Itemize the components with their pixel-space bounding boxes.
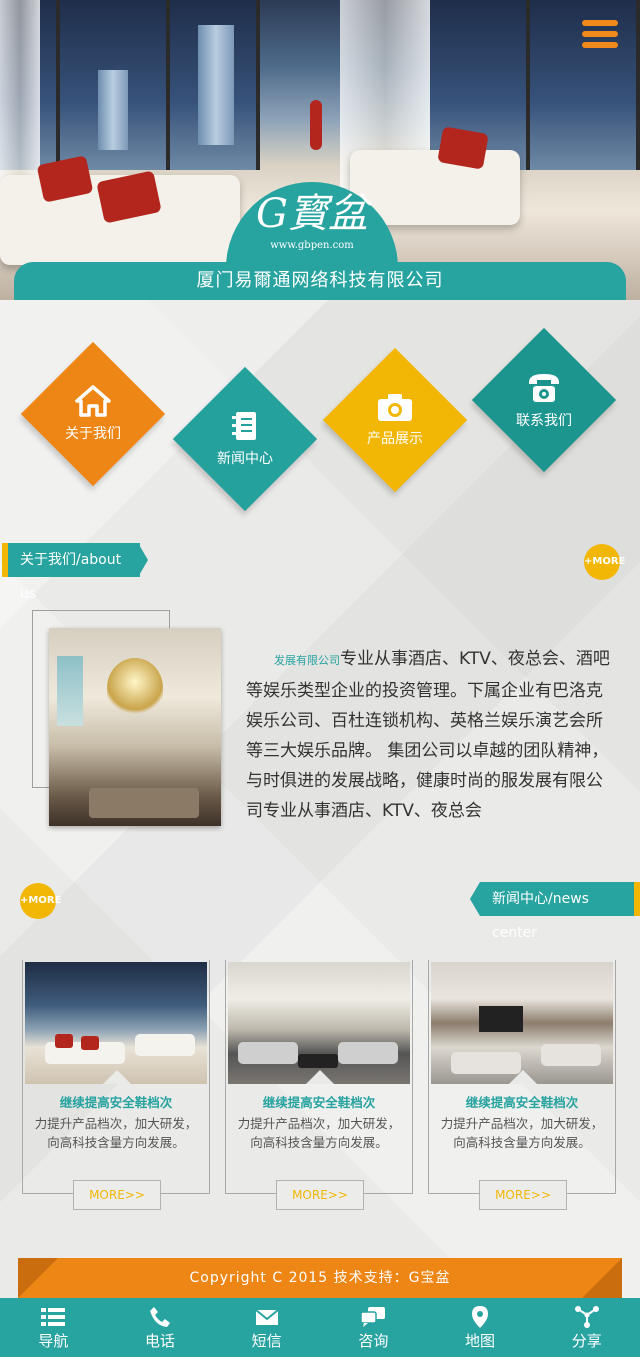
- copyright-bar: Copyright C 2015 技术支持：G宝盆: [18, 1258, 622, 1298]
- about-more-button[interactable]: +MORE: [584, 544, 625, 580]
- about-description: 发展有限公司专业从事酒店、KTV、夜总会、酒吧等娱乐类型企业的投资管理。下属企业…: [246, 644, 616, 826]
- news-image: [25, 962, 207, 1084]
- camera-icon: [378, 394, 412, 421]
- nav-item-share[interactable]: 分享: [533, 1298, 640, 1357]
- about-highlight: 发展有限公司: [274, 654, 340, 667]
- news-card[interactable]: 继续提高安全鞋档次 力提升产品档次，加大研发，向高科技含量方向发展。 MORE>…: [22, 960, 210, 1210]
- news-section-tab[interactable]: 新闻中心/news center: [480, 882, 640, 941]
- nav-label: 短信: [251, 1332, 282, 1350]
- nav-item-consult[interactable]: 咨询: [320, 1298, 427, 1357]
- news-title[interactable]: 继续提高安全鞋档次: [429, 1092, 615, 1111]
- hamburger-menu-icon: [582, 20, 618, 26]
- news-image: [431, 962, 613, 1084]
- quick-link-products[interactable]: 产品展示: [323, 348, 467, 492]
- quick-link-label: 产品展示: [367, 431, 423, 447]
- news-desc: 力提升产品档次，加大研发，向高科技含量方向发展。: [440, 1116, 604, 1150]
- news-desc: 力提升产品档次，加大研发，向高科技含量方向发展。: [237, 1116, 401, 1150]
- quick-link-contact[interactable]: 联系我们: [472, 328, 616, 472]
- hero-banner: G寳盆 www.gbpen.com 厦门易爾通网络科技有限公司: [0, 0, 640, 300]
- menu-button[interactable]: [582, 20, 618, 52]
- hero-skyscraper: [98, 70, 128, 150]
- logo-text: G寳盆: [256, 191, 368, 237]
- quick-link-label: 新闻中心: [217, 451, 273, 467]
- hero-curtain: [0, 0, 40, 200]
- copyright-text: Copyright C 2015 技术支持：G宝盆: [189, 1270, 451, 1286]
- nav-label: 电话: [145, 1332, 176, 1350]
- news-desc: 力提升产品档次，加大研发，向高科技含量方向发展。: [34, 1116, 198, 1150]
- news-more-link[interactable]: MORE>>: [73, 1180, 161, 1210]
- news-more-link[interactable]: MORE>>: [276, 1180, 364, 1210]
- news-more-link[interactable]: MORE>>: [479, 1180, 567, 1210]
- about-tab-arrow: [138, 543, 148, 577]
- logo-url: www.gbpen.com: [270, 240, 354, 251]
- nav-item-sms[interactable]: 短信: [213, 1298, 320, 1357]
- phone-icon: [150, 1307, 170, 1327]
- bottom-nav: 导航 电话 短信 咨询 地图 分享: [0, 1298, 640, 1357]
- map-pin-icon: [472, 1306, 489, 1328]
- company-name: 厦门易爾通网络科技有限公司: [14, 262, 626, 300]
- chandelier: [107, 658, 163, 718]
- nav-item-phone[interactable]: 电话: [107, 1298, 214, 1357]
- quick-link-label: 联系我们: [516, 413, 572, 429]
- news-card[interactable]: 继续提高安全鞋档次 力提升产品档次，加大研发，向高科技含量方向发展。 MORE>…: [428, 960, 616, 1210]
- nav-item-navigation[interactable]: 导航: [0, 1298, 107, 1357]
- news-title[interactable]: 继续提高安全鞋档次: [226, 1092, 412, 1111]
- about-section-tab[interactable]: 关于我们/about us: [2, 543, 140, 602]
- news-image: [228, 962, 410, 1084]
- home-icon: [75, 385, 111, 417]
- hero-pillow: [437, 126, 489, 170]
- hero-vase: [310, 100, 322, 150]
- nav-label: 分享: [571, 1332, 602, 1350]
- notebook-icon: [232, 412, 256, 440]
- share-icon: [574, 1306, 599, 1328]
- nav-label: 咨询: [358, 1332, 389, 1350]
- about-text: 专业从事酒店、KTV、夜总会、酒吧等娱乐类型企业的投资管理。下属企业有巴洛克娱乐…: [246, 649, 610, 821]
- nav-item-map[interactable]: 地图: [427, 1298, 534, 1357]
- news-more-button[interactable]: +MORE: [20, 883, 61, 919]
- nav-label: 地图: [465, 1332, 496, 1350]
- hero-skyscraper: [198, 25, 234, 145]
- list-icon: [41, 1308, 66, 1326]
- news-tab-arrow: [470, 882, 480, 916]
- quick-link-label: 关于我们: [65, 426, 121, 442]
- quick-link-about[interactable]: 关于我们: [21, 342, 165, 486]
- chat-bubbles-icon: [360, 1307, 386, 1327]
- quick-link-news[interactable]: 新闻中心: [173, 367, 317, 511]
- news-card[interactable]: 继续提高安全鞋档次 力提升产品档次，加大研发，向高科技含量方向发展。 MORE>…: [225, 960, 413, 1210]
- nav-label: 导航: [38, 1332, 69, 1350]
- envelope-icon: [255, 1309, 279, 1325]
- telephone-icon: [529, 374, 559, 402]
- news-title[interactable]: 继续提高安全鞋档次: [23, 1092, 209, 1111]
- about-image: [49, 628, 221, 826]
